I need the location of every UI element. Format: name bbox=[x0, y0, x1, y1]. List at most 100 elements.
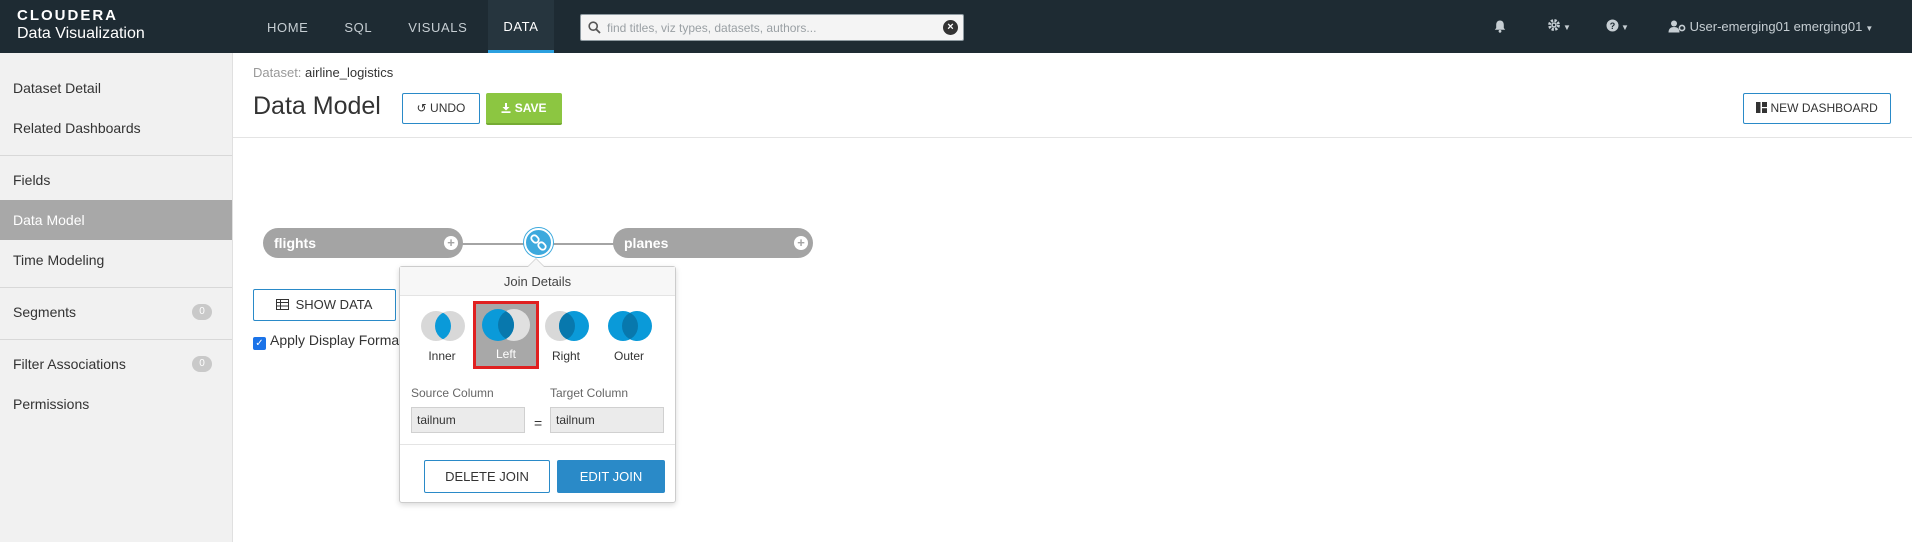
clear-search-icon[interactable]: × bbox=[943, 20, 958, 35]
join-type-right[interactable]: Right bbox=[537, 303, 595, 367]
join-type-label: Left bbox=[495, 347, 516, 361]
sidebar-item-label: Segments bbox=[13, 304, 77, 320]
nav-tab-sql[interactable]: SQL bbox=[329, 0, 387, 53]
new-dashboard-label: NEW DASHBOARD bbox=[1770, 101, 1878, 115]
gear-icon bbox=[1548, 19, 1560, 31]
sidebar-item-label: Fields bbox=[13, 172, 51, 188]
user-menu[interactable]: User-emerging01 emerging01 ▼ bbox=[1668, 19, 1873, 34]
sidebar-item-related-dashboards[interactable]: Related Dashboards bbox=[0, 108, 232, 148]
sidebar-divider bbox=[0, 155, 232, 156]
right-join-icon bbox=[545, 311, 589, 341]
sidebar-item-segments[interactable]: Segments 0 bbox=[0, 292, 232, 332]
join-type-label: Right bbox=[551, 349, 580, 363]
count-badge: 0 bbox=[192, 356, 212, 372]
delete-join-button[interactable]: DELETE JOIN bbox=[424, 460, 550, 493]
sidebar-item-label: Filter Associations bbox=[13, 356, 126, 372]
undo-label: UNDO bbox=[430, 101, 466, 115]
sidebar-item-dataset-detail[interactable]: Dataset Detail bbox=[0, 68, 232, 108]
join-type-left[interactable]: Left bbox=[473, 301, 539, 369]
dataset-name[interactable]: airline_logistics bbox=[305, 65, 393, 80]
sidebar-divider bbox=[0, 287, 232, 288]
checkbox-checked-icon[interactable]: ✓ bbox=[253, 337, 266, 350]
table-node-flights[interactable]: flights + bbox=[263, 228, 463, 258]
sidebar-item-label: Time Modeling bbox=[13, 252, 105, 268]
breadcrumb: Dataset: airline_logistics bbox=[253, 65, 393, 80]
undo-icon: ↺ bbox=[416, 101, 427, 115]
sidebar-item-label: Permissions bbox=[13, 396, 90, 412]
caret-down-icon: ▼ bbox=[1865, 24, 1874, 33]
join-line bbox=[460, 243, 532, 245]
table-name: flights bbox=[274, 235, 316, 251]
target-column-label: Target Column bbox=[550, 386, 629, 400]
count-badge: 0 bbox=[192, 304, 212, 320]
target-column-field[interactable]: tailnum bbox=[550, 407, 664, 433]
header-divider bbox=[233, 137, 1912, 138]
search-icon bbox=[588, 21, 601, 34]
sidebar-item-label: Dataset Detail bbox=[13, 80, 101, 96]
new-dashboard-button[interactable]: NEW DASHBOARD bbox=[1743, 93, 1891, 124]
svg-text:?: ? bbox=[1610, 21, 1616, 31]
left-join-icon bbox=[482, 309, 530, 341]
user-cog-icon bbox=[1668, 20, 1686, 33]
sidebar-item-fields[interactable]: Fields bbox=[0, 160, 232, 200]
sidebar-item-filter-associations[interactable]: Filter Associations 0 bbox=[0, 344, 232, 384]
add-table-icon[interactable]: + bbox=[794, 236, 808, 250]
source-column-label: Source Column bbox=[411, 386, 494, 400]
brand-product: Data Visualization bbox=[17, 25, 145, 42]
join-type-label: Inner bbox=[428, 349, 456, 363]
equals-sign: = bbox=[534, 415, 543, 431]
help-menu[interactable]: ? ▼ bbox=[1606, 18, 1629, 33]
link-icon bbox=[530, 234, 547, 251]
edit-join-button[interactable]: EDIT JOIN bbox=[557, 460, 665, 493]
save-label: SAVE bbox=[514, 101, 547, 115]
caret-down-icon: ▼ bbox=[1621, 23, 1629, 32]
sidebar-item-data-model[interactable]: Data Model bbox=[0, 200, 232, 240]
page-title: Data Model bbox=[253, 92, 381, 120]
sidebar-item-time-modeling[interactable]: Time Modeling bbox=[0, 240, 232, 280]
show-data-button[interactable]: SHOW DATA bbox=[253, 289, 396, 321]
join-type-label: Outer bbox=[613, 349, 644, 363]
inner-join-icon bbox=[421, 311, 465, 341]
sidebar-item-label: Data Model bbox=[13, 212, 85, 228]
search-placeholder: find titles, viz types, datasets, author… bbox=[607, 21, 817, 35]
undo-button[interactable]: ↺ UNDO bbox=[402, 93, 480, 124]
outer-join-icon bbox=[608, 311, 652, 341]
table-name: planes bbox=[624, 235, 669, 251]
apply-display-format-label: Apply Display Format bbox=[270, 332, 404, 348]
dashboard-icon bbox=[1756, 102, 1768, 113]
join-type-outer[interactable]: Outer bbox=[600, 303, 658, 367]
settings-menu[interactable]: ▼ bbox=[1547, 18, 1571, 33]
join-line bbox=[546, 243, 616, 245]
brand-name: CLOUDERA bbox=[17, 7, 118, 24]
sidebar-item-permissions[interactable]: Permissions bbox=[0, 384, 232, 424]
brand-logo[interactable]: CLOUDERA Data Visualization bbox=[17, 8, 145, 43]
sidebar-item-label: Related Dashboards bbox=[13, 120, 141, 136]
download-icon bbox=[501, 103, 511, 113]
bell-icon[interactable] bbox=[1494, 20, 1506, 33]
user-name: User-emerging01 emerging01 bbox=[1689, 19, 1863, 34]
main-nav: HOME SQL VISUALS DATA bbox=[252, 0, 560, 53]
table-icon bbox=[276, 299, 289, 310]
nav-tab-home[interactable]: HOME bbox=[252, 0, 323, 53]
nav-tab-visuals[interactable]: VISUALS bbox=[393, 0, 482, 53]
breadcrumb-prefix: Dataset: bbox=[253, 65, 302, 80]
search-input[interactable]: find titles, viz types, datasets, author… bbox=[580, 14, 964, 41]
join-type-inner[interactable]: Inner bbox=[413, 303, 471, 367]
apply-display-format-toggle[interactable]: ✓ Apply Display Format bbox=[253, 332, 403, 350]
popover-arrow bbox=[527, 258, 545, 267]
sidebar-divider bbox=[0, 339, 232, 340]
table-node-planes[interactable]: planes + bbox=[613, 228, 813, 258]
nav-tab-data[interactable]: DATA bbox=[488, 0, 554, 53]
add-table-icon[interactable]: + bbox=[444, 236, 458, 250]
save-button[interactable]: SAVE bbox=[486, 93, 562, 125]
source-column-field[interactable]: tailnum bbox=[411, 407, 525, 433]
popover-title: Join Details bbox=[400, 267, 675, 296]
help-icon: ? bbox=[1606, 19, 1619, 32]
join-node[interactable] bbox=[524, 228, 553, 257]
popover-divider bbox=[400, 444, 675, 445]
show-data-label: SHOW DATA bbox=[295, 297, 373, 312]
caret-down-icon: ▼ bbox=[1563, 23, 1571, 32]
top-navbar: CLOUDERA Data Visualization HOME SQL VIS… bbox=[0, 0, 1912, 53]
join-details-popover: Join Details Inner Left Right Outer Sour… bbox=[399, 258, 676, 503]
sidebar: Dataset Detail Related Dashboards Fields… bbox=[0, 53, 233, 542]
